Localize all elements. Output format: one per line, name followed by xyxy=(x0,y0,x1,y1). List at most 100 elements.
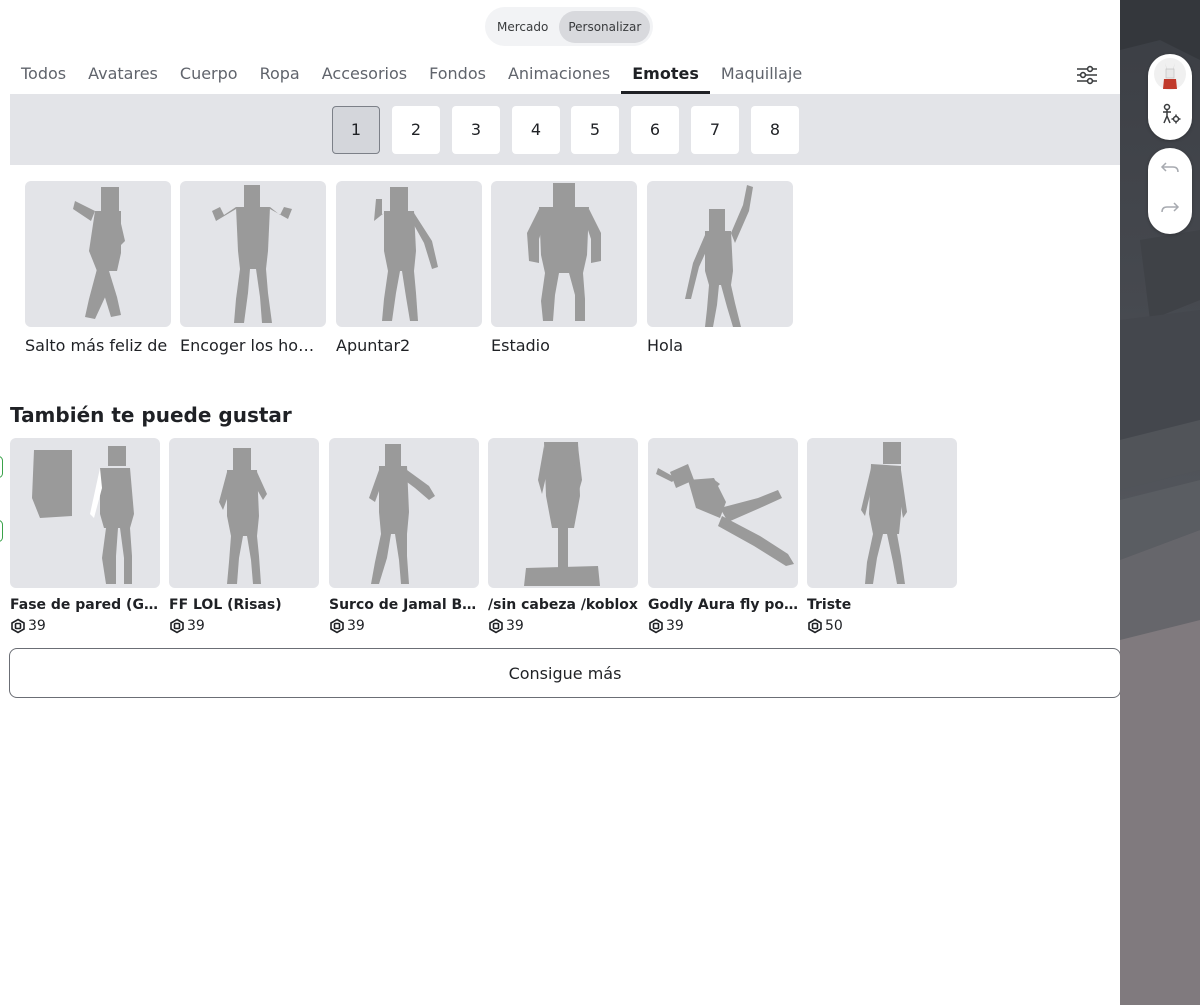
robux-icon xyxy=(489,618,503,634)
tab-todos[interactable]: Todos xyxy=(10,58,77,94)
get-more-button[interactable]: Consigue más xyxy=(9,648,1121,698)
page-button-1[interactable]: 1 xyxy=(332,106,380,154)
tab-avatares[interactable]: Avatares xyxy=(77,58,169,94)
robux-icon xyxy=(330,618,344,634)
price-value: 39 xyxy=(187,618,205,634)
scroll-right-button[interactable] xyxy=(0,520,3,542)
emote-figure-icon xyxy=(527,183,601,321)
recommendation-thumbnail xyxy=(329,438,479,588)
tab-ropa[interactable]: Ropa xyxy=(249,58,311,94)
recommendation-thumbnail xyxy=(488,438,638,588)
robux-icon xyxy=(808,618,822,634)
emote-name: Encoger los hombros xyxy=(180,336,326,355)
emote-name: Salto más feliz de xyxy=(25,336,168,355)
filter-sliders-icon xyxy=(1077,65,1097,85)
emote-figure-icon xyxy=(212,185,292,323)
recommendation-card[interactable]: FF LOL (Risas) 39 xyxy=(169,438,319,634)
recommendation-price: 39 xyxy=(329,618,479,634)
tab-maquillaje[interactable]: Maquillaje xyxy=(710,58,813,94)
emote-thumbnail xyxy=(25,181,171,327)
emote-figure-icon xyxy=(685,185,753,327)
price-value: 39 xyxy=(506,618,524,634)
price-value: 50 xyxy=(825,618,843,634)
recommendation-price: 39 xyxy=(10,618,160,634)
price-value: 39 xyxy=(347,618,365,634)
recommendation-price: 50 xyxy=(807,618,957,634)
market-toggle-button[interactable]: Mercado xyxy=(488,11,557,43)
recommendation-name: FF LOL (Risas) xyxy=(169,597,282,613)
emote-card[interactable]: Apuntar2 xyxy=(336,181,482,355)
recommendation-card[interactable]: /sin cabeza /koblox 39 xyxy=(488,438,638,634)
page-button-3[interactable]: 3 xyxy=(452,106,500,154)
recommendation-thumbnail xyxy=(169,438,319,588)
emote-card[interactable]: Encoger los hombros xyxy=(180,181,326,355)
tab-cuerpo[interactable]: Cuerpo xyxy=(169,58,249,94)
recommendation-name: /sin cabeza /koblox xyxy=(488,597,638,613)
recommendation-name: Surco de Jamal Brady xyxy=(329,597,479,613)
emote-figure-icon xyxy=(73,187,125,319)
recommendation-card[interactable]: Surco de Jamal Brady 39 xyxy=(329,438,479,634)
emote-figure-icon xyxy=(656,464,794,566)
emote-figure-icon xyxy=(374,187,438,321)
recommendation-thumbnail xyxy=(648,438,798,588)
recommendation-thumbnail xyxy=(10,438,160,588)
recommendations-title: También te puede gustar xyxy=(10,403,292,427)
avatar-thumbnail-icon xyxy=(1154,58,1186,90)
catalog-panel: Mercado Personalizar Todos Avatares Cuer… xyxy=(0,0,1121,1005)
emote-figure-icon xyxy=(861,442,907,584)
history-tools xyxy=(1148,148,1192,234)
recommendation-price: 39 xyxy=(169,618,319,634)
tab-animaciones[interactable]: Animaciones xyxy=(497,58,621,94)
avatar-tools xyxy=(1148,54,1192,140)
emote-card[interactable]: Salto más feliz de xyxy=(25,181,171,355)
mode-toggle: Mercado Personalizar xyxy=(485,7,654,46)
emote-figure-icon xyxy=(219,448,267,584)
page-button-5[interactable]: 5 xyxy=(571,106,619,154)
filter-button[interactable] xyxy=(1072,60,1102,90)
recommendation-price: 39 xyxy=(648,618,798,634)
page-button-4[interactable]: 4 xyxy=(512,106,560,154)
emote-name: Hola xyxy=(647,336,684,355)
tab-emotes[interactable]: Emotes xyxy=(621,58,710,94)
emote-thumbnail xyxy=(336,181,482,327)
price-value: 39 xyxy=(28,618,46,634)
recommendation-name: Triste xyxy=(807,597,852,613)
emote-card[interactable]: Estadio xyxy=(491,181,637,355)
emote-name: Apuntar2 xyxy=(336,336,411,355)
emote-figure-icon xyxy=(524,442,600,586)
recommendation-name: Godly Aura fly pose xyxy=(648,597,798,613)
recommendation-card[interactable]: Godly Aura fly pose 39 xyxy=(648,438,798,634)
emote-thumbnail xyxy=(180,181,326,327)
page-button-8[interactable]: 8 xyxy=(751,106,799,154)
recommendation-name: Fase de pared (GLITCH) xyxy=(10,597,160,613)
robux-icon xyxy=(649,618,663,634)
page-selector: 1 2 3 4 5 6 7 8 xyxy=(10,94,1120,165)
redo-icon xyxy=(1161,202,1180,213)
emote-figure-icon xyxy=(32,446,134,584)
page-button-7[interactable]: 7 xyxy=(691,106,739,154)
tab-accesorios[interactable]: Accesorios xyxy=(311,58,418,94)
undo-icon xyxy=(1160,162,1179,173)
page-button-2[interactable]: 2 xyxy=(392,106,440,154)
avatar-thumbnail-button[interactable] xyxy=(1150,54,1190,94)
undo-button[interactable] xyxy=(1150,148,1190,188)
page-button-6[interactable]: 6 xyxy=(631,106,679,154)
avatar-settings-icon xyxy=(1163,103,1181,124)
recommendation-card[interactable]: Triste 50 xyxy=(807,438,957,634)
emote-card[interactable]: Hola xyxy=(647,181,793,355)
tab-fondos[interactable]: Fondos xyxy=(418,58,497,94)
emote-name: Estadio xyxy=(491,336,550,355)
price-value: 39 xyxy=(666,618,684,634)
robux-icon xyxy=(11,618,25,634)
avatar-settings-button[interactable] xyxy=(1150,94,1190,134)
emote-thumbnail xyxy=(647,181,793,327)
scroll-left-button[interactable] xyxy=(0,456,3,478)
emote-thumbnail xyxy=(491,181,637,327)
recommendation-thumbnail xyxy=(807,438,957,588)
category-tabs: Todos Avatares Cuerpo Ropa Accesorios Fo… xyxy=(10,58,813,94)
recommendation-price: 39 xyxy=(488,618,638,634)
customize-toggle-button[interactable]: Personalizar xyxy=(559,10,651,43)
emote-figure-icon xyxy=(369,444,435,584)
redo-button[interactable] xyxy=(1150,188,1190,228)
recommendation-card[interactable]: Fase de pared (GLITCH) 39 xyxy=(10,438,160,634)
